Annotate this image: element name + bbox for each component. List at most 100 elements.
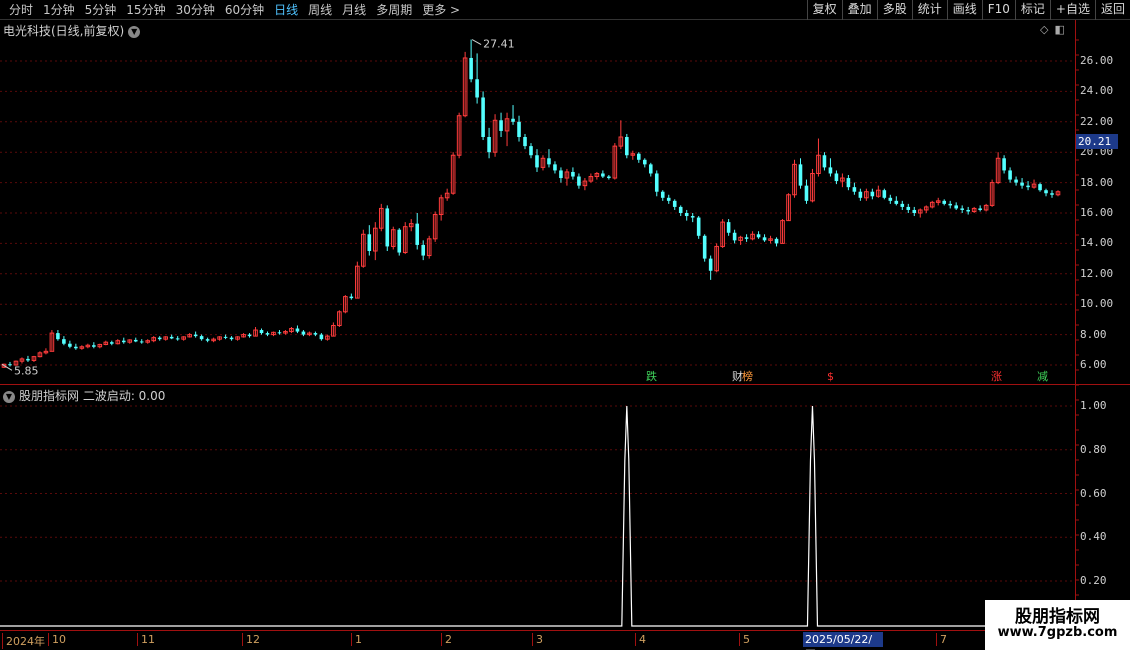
candle-body <box>948 203 953 206</box>
high-marker-line <box>471 39 482 46</box>
candle-body <box>109 342 114 344</box>
date-axis-label: 5 <box>739 633 750 646</box>
candle-body <box>499 120 503 131</box>
candle-body <box>517 121 521 137</box>
diamond-icon[interactable]: ◇ <box>1040 23 1048 37</box>
candle-body <box>511 118 515 122</box>
candle-body <box>828 167 833 174</box>
candle-body <box>577 176 581 186</box>
candle-body <box>277 332 282 334</box>
candle-body <box>756 234 761 238</box>
candle-body <box>421 244 426 256</box>
candle-body <box>247 334 252 337</box>
candle-body <box>870 191 875 197</box>
main-panel-title: 电光科技(日线,前复权) ▼ <box>3 22 141 39</box>
candle-body <box>265 333 270 335</box>
candle-body <box>529 146 533 156</box>
price-axis-label: 10.00 <box>1080 297 1114 311</box>
candle-body <box>121 340 126 343</box>
candle-body <box>205 339 210 341</box>
candle-body <box>912 209 917 213</box>
candle-body <box>846 178 851 188</box>
candle-body <box>660 191 665 198</box>
date-axis-label: 11 <box>137 633 155 646</box>
candle-body <box>966 209 970 212</box>
candle-body <box>1014 179 1018 183</box>
stock-title: 电光科技(日线,前复权) <box>3 24 125 38</box>
chevron-down-icon[interactable]: ▼ <box>3 390 15 403</box>
indicator-panel-title: ▼ 股朋指标网 二波启动: 0.00 <box>3 387 165 404</box>
candle-body <box>487 137 491 153</box>
candle-body <box>367 234 372 251</box>
candle-body <box>229 337 234 340</box>
panel-toggle-icon[interactable]: ◧ <box>1054 23 1064 37</box>
candle-body <box>882 190 887 198</box>
candle-body <box>666 197 671 201</box>
candle-body <box>732 232 737 241</box>
candle-body <box>702 235 707 259</box>
candle-body <box>68 343 72 347</box>
candle-body <box>415 223 420 245</box>
candle-body <box>26 358 30 361</box>
candle-body <box>1044 190 1048 194</box>
candle-body <box>798 164 803 186</box>
current-price-tag: 20.21 <box>1076 134 1118 149</box>
date-highlight: 2025/05/22/四 <box>803 632 883 650</box>
candle-body <box>636 153 641 160</box>
signal-marker[interactable]: 涨 <box>990 370 1003 383</box>
signal-marker[interactable]: 跌 <box>645 370 658 383</box>
panel-divider <box>0 384 1130 385</box>
kline-chart[interactable]: 27.41 5.85 <box>0 0 1130 650</box>
candle-body <box>1050 193 1054 195</box>
candle-body <box>475 79 479 98</box>
candle-body <box>169 336 174 339</box>
candle-body <box>1020 182 1024 186</box>
indicator-line <box>0 405 1075 627</box>
candle-body <box>349 296 354 299</box>
candle-body <box>888 197 893 201</box>
price-axis-label: 26.00 <box>1080 54 1114 67</box>
candle-body <box>858 191 863 198</box>
candle-body <box>900 203 905 207</box>
candle-body <box>175 338 180 340</box>
candle-body <box>942 200 947 204</box>
candle-body <box>1038 184 1042 191</box>
candle-body <box>804 185 809 201</box>
signal-marker[interactable]: 榜 <box>741 370 754 383</box>
price-axis-label: 22.00 <box>1080 114 1114 128</box>
candle-body <box>397 229 402 253</box>
candle-body <box>1002 158 1006 171</box>
candle-body <box>834 173 839 182</box>
candle-body <box>535 155 539 168</box>
date-axis-label: 2 <box>441 633 452 646</box>
candle-body <box>774 238 779 244</box>
candle-body <box>726 222 731 233</box>
watermark-line2: www.7gpzb.com <box>997 625 1118 640</box>
price-axis-label: 18.00 <box>1080 175 1114 189</box>
candle-body <box>481 97 485 137</box>
candle-body <box>684 213 689 217</box>
date-axis-label: 2024年 <box>2 633 45 649</box>
candle-body <box>954 205 958 209</box>
candle-body <box>8 364 12 366</box>
candle-body <box>295 328 300 332</box>
price-axis-label: 8.00 <box>1080 327 1107 341</box>
candle-body <box>223 336 228 338</box>
indicator-axis-label: 0.60 <box>1080 486 1107 500</box>
indicator-title-text: 股朋指标网 二波启动: 0.00 <box>19 389 166 403</box>
candle-body <box>469 57 473 80</box>
candle-body <box>301 331 306 335</box>
candle-body <box>553 164 557 171</box>
watermark-line1: 股朋指标网 <box>1015 607 1100 627</box>
candle-body <box>56 333 60 340</box>
candle-body <box>313 333 318 335</box>
candle-body <box>193 334 198 337</box>
candle-body <box>672 200 677 207</box>
signal-marker[interactable]: 减 <box>1036 370 1049 383</box>
price-axis-label: 12.00 <box>1080 266 1114 280</box>
candle-body <box>571 171 575 177</box>
candle-body <box>559 170 563 179</box>
signal-marker[interactable]: $ <box>826 370 835 383</box>
chevron-down-icon[interactable]: ▼ <box>128 25 141 38</box>
candle-body <box>906 206 911 210</box>
